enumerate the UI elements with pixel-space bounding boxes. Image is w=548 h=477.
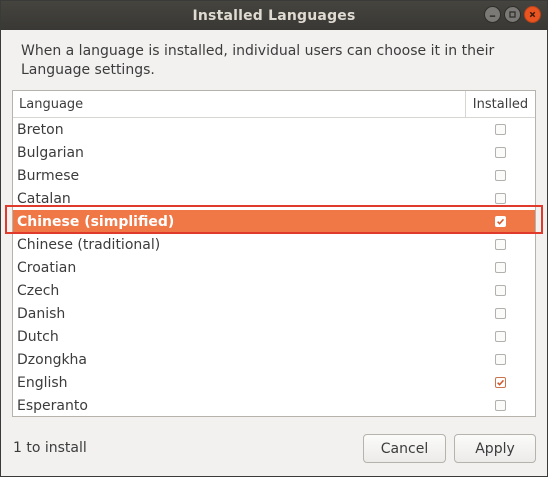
minimize-icon [489,15,496,17]
installed-checkbox[interactable] [495,354,506,365]
column-header-language[interactable]: Language [13,91,465,117]
installed-checkbox[interactable] [495,170,506,181]
maximize-button[interactable] [504,6,521,23]
installed-cell [466,400,535,411]
installed-cell [466,285,535,296]
language-name: Bulgarian [17,144,84,161]
list-item[interactable]: Burmese [13,164,535,187]
list-item[interactable]: English [13,371,535,394]
language-name: Czech [17,282,60,299]
close-icon [529,11,536,18]
minimize-button[interactable] [484,6,501,23]
list-item[interactable]: Czech [13,279,535,302]
title-bar[interactable]: Installed Languages [1,1,547,30]
list-item[interactable]: Chinese (simplified) [13,210,535,233]
installed-cell [466,147,535,158]
status-text: 1 to install [13,440,87,456]
list-item[interactable]: Danish [13,302,535,325]
installed-checkbox[interactable] [495,331,506,342]
installed-checkbox[interactable] [495,308,506,319]
list-item[interactable]: Catalan [13,187,535,210]
installed-cell [466,216,535,227]
installed-checkbox[interactable] [495,193,506,204]
list-item[interactable]: Breton [13,118,535,141]
installed-cell [466,377,535,388]
installed-checkbox[interactable] [495,239,506,250]
installed-cell [466,124,535,135]
list-rows: Breton Bulgarian Burmese Catalan Chinese (si… [13,118,535,416]
installed-checkbox[interactable] [495,216,506,227]
column-header-installed[interactable]: Installed [465,91,535,117]
installed-cell [466,193,535,204]
language-name: Burmese [17,167,80,184]
language-name: Dzongkha [17,351,88,368]
installed-checkbox[interactable] [495,147,506,158]
installed-cell [466,354,535,365]
maximize-icon [509,11,516,18]
installed-cell [466,262,535,273]
list-item[interactable]: Chinese (traditional) [13,233,535,256]
list-header: Language Installed [13,91,535,118]
installed-checkbox[interactable] [495,400,506,411]
installed-checkbox[interactable] [495,124,506,135]
installed-checkbox[interactable] [495,285,506,296]
list-item[interactable]: Bulgarian [13,141,535,164]
language-name: Dutch [17,328,59,345]
installed-checkbox[interactable] [495,377,506,388]
installed-cell [466,170,535,181]
language-name: Chinese (traditional) [17,236,161,253]
language-name: Chinese (simplified) [17,213,175,230]
intro-text: When a language is installed, individual… [21,43,495,78]
list-item[interactable]: Dzongkha [13,348,535,371]
language-name: English [17,374,68,391]
cancel-button[interactable]: Cancel [363,434,446,463]
window-controls [484,6,541,23]
installed-languages-dialog: Installed Languages When a language is i… [0,0,548,477]
list-item[interactable]: Croatian [13,256,535,279]
language-name: Catalan [17,190,71,207]
checkmark-icon [497,379,505,386]
language-name: Esperanto [17,397,88,414]
language-name: Croatian [17,259,77,276]
language-list[interactable]: Language Installed Breton Bulgarian Burmes… [12,90,536,417]
list-item[interactable]: Dutch [13,325,535,348]
installed-checkbox[interactable] [495,262,506,273]
language-name: Breton [17,121,64,138]
close-button[interactable] [524,6,541,23]
apply-button[interactable]: Apply [454,434,536,463]
list-item[interactable]: Esperanto [13,394,535,416]
installed-cell [466,331,535,342]
language-name: Danish [17,305,66,322]
installed-cell [466,308,535,319]
installed-cell [466,239,535,250]
window-title: Installed Languages [192,7,356,24]
checkmark-icon [497,218,505,225]
